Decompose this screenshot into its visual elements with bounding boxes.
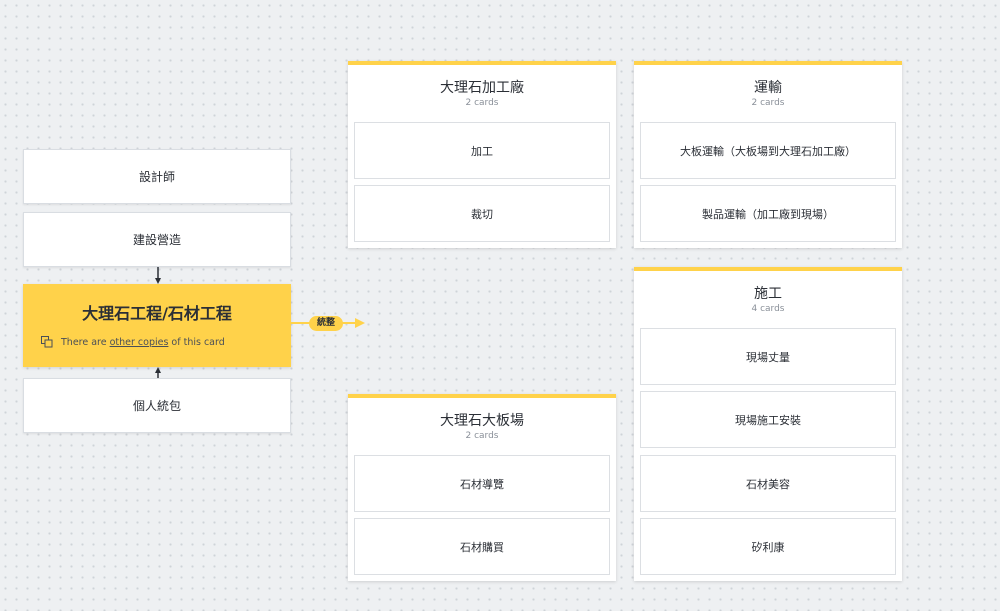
focus-card-title: 大理石工程/石材工程 — [82, 304, 232, 323]
inner-card-label: 石材購買 — [460, 540, 504, 554]
arrow-down-icon — [155, 267, 161, 284]
card-construction[interactable]: 建設營造 — [23, 212, 291, 267]
inner-card-label: 加工 — [471, 144, 493, 158]
inner-card[interactable]: 大板運輸（大板場到大理石加工廠） — [640, 122, 896, 179]
inner-card-label: 裁切 — [471, 207, 493, 221]
other-copies-link[interactable]: other copies — [110, 337, 169, 348]
copies-prefix: There are — [61, 336, 107, 348]
group-installation[interactable]: 施工 4 cards 現場丈量 現場施工安裝 石材美容 矽利康 — [634, 267, 902, 581]
connector-label[interactable]: 統整 — [309, 316, 344, 331]
inner-card-label: 大板運輸（大板場到大理石加工廠） — [680, 144, 856, 158]
inner-card-label: 製品運輸（加工廠到現場） — [702, 207, 834, 221]
inner-card[interactable]: 石材購買 — [354, 518, 610, 575]
group-marble-slab-yard[interactable]: 大理石大板場 2 cards 石材導覽 石材購買 — [348, 394, 616, 581]
inner-card[interactable]: 製品運輸（加工廠到現場） — [640, 185, 896, 242]
copies-notice: There are other copies of this card — [41, 336, 225, 348]
inner-card[interactable]: 石材導覽 — [354, 455, 610, 512]
group-title: 施工 — [754, 286, 782, 302]
focus-card-marble-engineering[interactable]: 大理石工程/石材工程 There are other copies of thi… — [23, 284, 291, 367]
card-label: 個人統包 — [132, 399, 181, 413]
inner-card-label: 現場丈量 — [746, 350, 790, 364]
group-count: 2 cards — [465, 431, 499, 441]
group-marble-processing-plant[interactable]: 大理石加工廠 2 cards 加工 裁切 — [348, 61, 616, 248]
group-transportation[interactable]: 運輸 2 cards 大板運輸（大板場到大理石加工廠） 製品運輸（加工廠到現場） — [634, 61, 902, 248]
inner-card-label: 矽利康 — [751, 540, 785, 554]
group-title: 運輸 — [754, 80, 782, 96]
group-title: 大理石加工廠 — [440, 80, 524, 96]
inner-card[interactable]: 現場丈量 — [640, 328, 896, 385]
inner-card-label: 石材美容 — [746, 477, 790, 491]
card-designer[interactable]: 設計師 — [23, 149, 291, 204]
copies-icon — [41, 336, 53, 348]
inner-card[interactable]: 裁切 — [354, 185, 610, 242]
group-count: 2 cards — [751, 98, 785, 108]
inner-card[interactable]: 加工 — [354, 122, 610, 179]
inner-card[interactable]: 矽利康 — [640, 518, 896, 575]
inner-card-label: 現場施工安裝 — [735, 413, 801, 427]
group-count: 2 cards — [465, 98, 499, 108]
inner-card[interactable]: 現場施工安裝 — [640, 391, 896, 448]
copies-suffix: of this card — [171, 336, 225, 348]
inner-card-label: 石材導覽 — [460, 477, 504, 491]
group-title: 大理石大板場 — [440, 413, 524, 429]
card-label: 設計師 — [138, 170, 175, 184]
card-label: 建設營造 — [132, 233, 181, 247]
inner-card[interactable]: 石材美容 — [640, 455, 896, 512]
group-count: 4 cards — [751, 304, 785, 314]
card-personal-contractor[interactable]: 個人統包 — [23, 378, 291, 433]
